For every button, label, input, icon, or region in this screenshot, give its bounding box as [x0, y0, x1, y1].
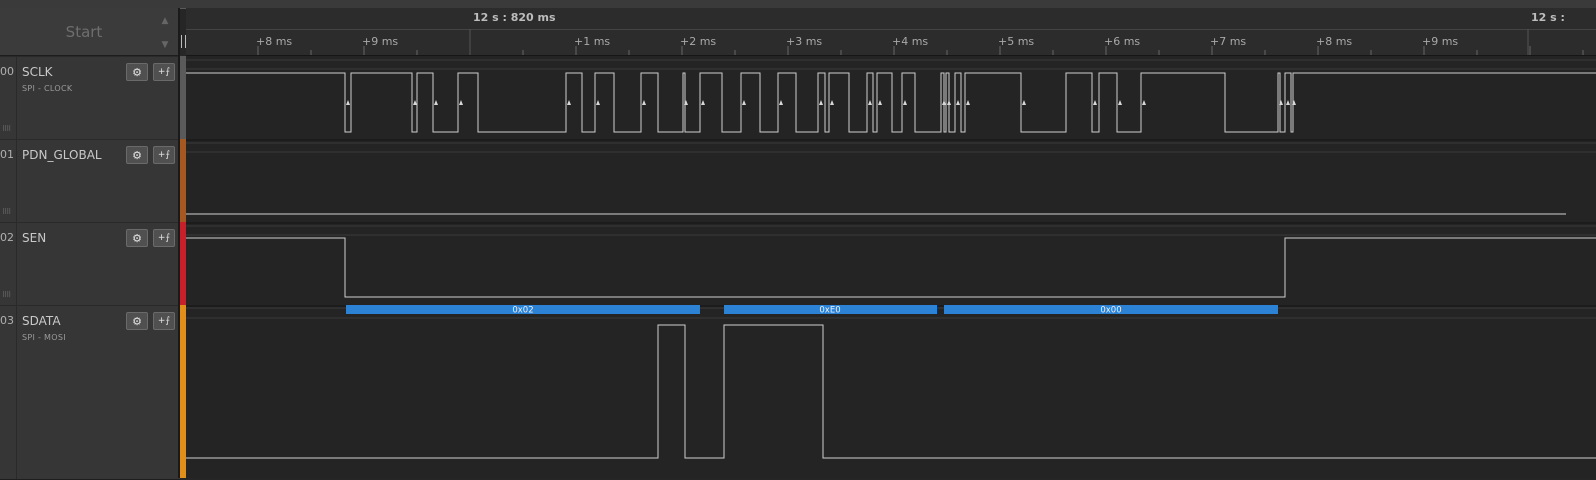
- channel-analyzer-label: SPI - CLOCK: [22, 84, 73, 93]
- drag-handle-icon[interactable]: ⠿⠿: [2, 291, 11, 299]
- decoded-value: 0x02: [512, 306, 533, 316]
- drag-handle-icon[interactable]: ⠿⠿: [2, 125, 11, 133]
- add-analyzer-button[interactable]: +⨍: [153, 312, 175, 330]
- decoded-value: 0xE0: [819, 306, 840, 316]
- start-options[interactable]: ▲ ▼: [152, 16, 178, 50]
- tick-label: +3 ms: [786, 35, 823, 48]
- add-analyzer-button[interactable]: +⨍: [153, 63, 175, 81]
- tick-label: +8 ms: [256, 35, 293, 48]
- channel-name[interactable]: SEN: [22, 231, 46, 245]
- tick-label: +2 ms: [680, 35, 717, 48]
- channel-name[interactable]: SDATA: [22, 314, 61, 328]
- tick-label: +6 ms: [1104, 35, 1141, 48]
- channel-panel: Start ▲ ▼ 00 SCLK SPI - CLOCK ⚙ +⨍ ⠿⠿ 01…: [0, 8, 180, 480]
- channel-number: 01: [0, 148, 14, 161]
- add-analyzer-button[interactable]: +⨍: [153, 146, 175, 164]
- add-analyzer-icon: +⨍: [157, 233, 171, 243]
- channel-settings-button[interactable]: ⚙: [126, 312, 148, 330]
- drag-handle-icon[interactable]: ⠿⠿: [2, 208, 11, 216]
- waveform-plot[interactable]: 0x02 0xE0 0x00: [186, 56, 1596, 478]
- channel-row-sdata[interactable]: 03 SDATA SPI - MOSI ⚙ +⨍: [0, 305, 180, 480]
- add-analyzer-icon: +⨍: [157, 67, 171, 77]
- channel-settings-button[interactable]: ⚙: [126, 229, 148, 247]
- start-button[interactable]: Start: [18, 8, 150, 55]
- channel-settings-button[interactable]: ⚙: [126, 63, 148, 81]
- channel-number: 00: [0, 65, 14, 78]
- channel-name[interactable]: PDN_GLOBAL: [22, 148, 102, 162]
- channel-name[interactable]: SCLK: [22, 65, 53, 79]
- tick-label: +7 ms: [1210, 35, 1247, 48]
- tick-label: +1 ms: [574, 35, 611, 48]
- channel-number: 03: [0, 314, 14, 327]
- gear-icon: ⚙: [132, 231, 142, 245]
- caret-down-icon[interactable]: ▼: [162, 40, 169, 50]
- decoded-value: 0x00: [1100, 306, 1121, 316]
- start-area: Start ▲ ▼: [0, 8, 180, 56]
- caret-up-icon[interactable]: ▲: [162, 16, 169, 26]
- gear-icon: ⚙: [132, 314, 142, 328]
- gear-icon: ⚙: [132, 65, 142, 79]
- add-analyzer-button[interactable]: +⨍: [153, 229, 175, 247]
- add-analyzer-icon: +⨍: [157, 316, 171, 326]
- tick-label: +9 ms: [1422, 35, 1459, 48]
- time-ruler[interactable]: 12 s : 820 ms 12 s : +8 ms +9 ms +1 ms +…: [186, 8, 1596, 56]
- gear-icon: ⚙: [132, 148, 142, 162]
- channel-number: 02: [0, 231, 14, 244]
- tick-label: +8 ms: [1316, 35, 1353, 48]
- tick-label: +5 ms: [998, 35, 1035, 48]
- channel-row-sclk[interactable]: 00 SCLK SPI - CLOCK ⚙ +⨍ ⠿⠿: [0, 56, 180, 142]
- add-analyzer-icon: +⨍: [157, 150, 171, 160]
- channel-row-pdn-global[interactable]: 01 PDN_GLOBAL ⚙ +⨍ ⠿⠿: [0, 139, 180, 225]
- channel-analyzer-label: SPI - MOSI: [22, 333, 66, 342]
- channel-settings-button[interactable]: ⚙: [126, 146, 148, 164]
- channel-row-sen[interactable]: 02 SEN ⚙ +⨍ ⠿⠿: [0, 222, 180, 308]
- tick-label: +9 ms: [362, 35, 399, 48]
- decoded-bytes: 0x02 0xE0 0x00: [346, 305, 1278, 316]
- tick-label: +4 ms: [892, 35, 929, 48]
